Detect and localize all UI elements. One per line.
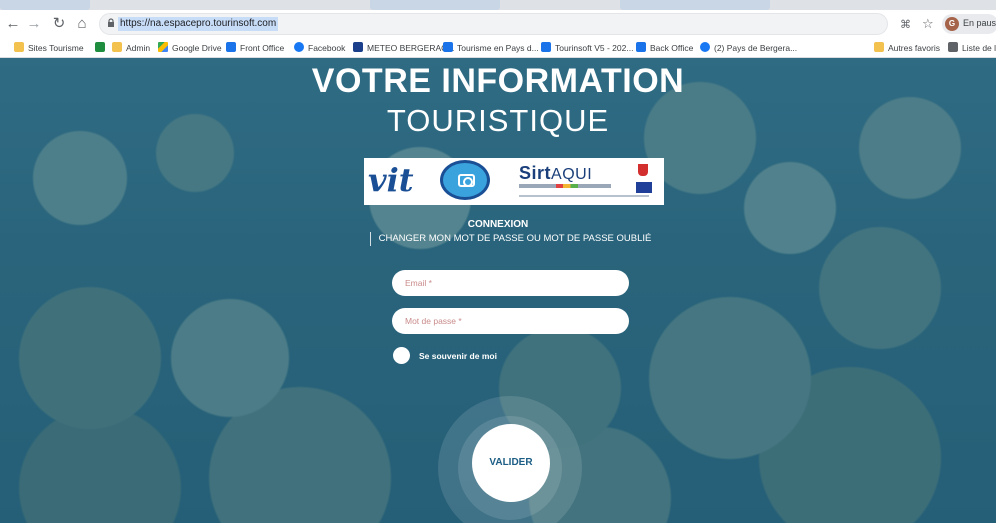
bookmark-front-office[interactable]: Front Office xyxy=(226,42,284,55)
green-square-icon xyxy=(95,42,105,52)
translate-icon[interactable]: ⌘ xyxy=(900,18,911,31)
bookmark-label: Liste de l xyxy=(962,43,996,53)
avatar: G xyxy=(945,17,959,31)
browser-tab[interactable] xyxy=(370,0,500,10)
facebook-icon xyxy=(700,42,710,52)
weather-icon xyxy=(353,42,363,52)
back-arrow-icon[interactable]: ← xyxy=(4,15,22,33)
bookmark-star-icon[interactable]: ☆ xyxy=(922,16,934,32)
google-drive-icon xyxy=(158,42,168,52)
facebook-icon xyxy=(294,42,304,52)
bookmark-label: Sites Tourisme xyxy=(28,43,84,53)
bookmark-autres-favoris[interactable]: Autres favoris xyxy=(874,42,940,55)
bookmark-label: Facebook xyxy=(308,43,346,53)
folder-icon xyxy=(112,42,122,52)
bookmark-reading-list[interactable]: Liste de l xyxy=(948,42,996,55)
browser-tab[interactable] xyxy=(620,0,770,10)
address-bar[interactable]: https://na.espacepro.tourinsoft.com xyxy=(99,13,888,35)
table-icon xyxy=(226,42,236,52)
bookmark-label: Front Office xyxy=(240,43,285,53)
reading-list-icon xyxy=(948,42,958,52)
bookmark-label: (2) Pays de Bergera... xyxy=(714,43,798,53)
lock-icon xyxy=(108,18,114,27)
page-title: VOTRE INFORMATION xyxy=(311,62,685,100)
folder-icon xyxy=(14,42,24,52)
bookmark-sites-tourisme[interactable]: Sites Tourisme xyxy=(14,42,84,55)
profile-status: En pause xyxy=(963,18,996,28)
page-subtitle: TOURISTIQUE xyxy=(386,103,610,138)
profile-button[interactable]: G En pause xyxy=(942,14,996,34)
forward-arrow-icon[interactable]: → xyxy=(25,15,43,33)
bookmark-google-drive[interactable]: Google Drive xyxy=(158,42,222,55)
bookmark-tourinsoft[interactable]: Tourinsoft V5 - 202... xyxy=(541,42,633,55)
logo-footer-line xyxy=(519,195,649,197)
site-icon xyxy=(443,42,453,52)
bookmark-admin[interactable]: Admin xyxy=(112,42,150,55)
bookmarks-bar: Sites Tourisme Admin Google Drive Front … xyxy=(0,39,996,58)
browser-tab-strip xyxy=(0,0,996,10)
bookmark-facebook[interactable]: Facebook xyxy=(294,42,345,55)
remember-me-checkbox[interactable] xyxy=(393,347,410,364)
submit-button[interactable]: VALIDER xyxy=(472,424,550,502)
connexion-heading: CONNEXION xyxy=(467,219,529,230)
email-field[interactable] xyxy=(392,270,629,296)
change-password-link[interactable]: CHANGER MON MOT DE PASSE OU MOT DE PASSE… xyxy=(370,233,660,245)
eu-flag-icon xyxy=(636,182,652,193)
bookmark-tourisme-pays[interactable]: Tourisme en Pays d... xyxy=(443,42,539,55)
bookmark-pays-bergerac[interactable]: (2) Pays de Bergera... xyxy=(700,42,797,55)
camera-bubble-icon xyxy=(440,160,490,200)
bookmark-label: Back Office xyxy=(650,43,694,53)
region-crest-icon xyxy=(638,164,648,176)
bookmark-label: Tourinsoft V5 - 202... xyxy=(555,43,634,53)
bookmark-label: Tourisme en Pays d... xyxy=(457,43,539,53)
bookmark-label: Google Drive xyxy=(172,43,222,53)
bookmark-label: METEO BERGERAC... xyxy=(367,43,455,53)
bookmark-meteo[interactable]: METEO BERGERAC... xyxy=(353,42,454,55)
bookmark-label: Admin xyxy=(126,43,151,53)
bookmark-label: Autres favoris xyxy=(888,43,940,53)
sirtaqui-logo-text: SirtAQUI xyxy=(519,163,593,183)
reload-icon[interactable]: ↻ xyxy=(50,15,68,33)
table-icon xyxy=(541,42,551,52)
vit-logo-text: vit xyxy=(368,161,414,199)
bookmark-back-office[interactable]: Back Office xyxy=(636,42,693,55)
bookmark-green[interactable] xyxy=(95,42,109,55)
password-field[interactable] xyxy=(392,308,629,334)
address-url[interactable]: https://na.espacepro.tourinsoft.com xyxy=(118,17,279,31)
sirtaqui-logo-stripe xyxy=(519,184,611,188)
login-page: VOTRE INFORMATION TOURISTIQUE vit SirtAQ… xyxy=(0,58,996,523)
remember-me-label: Se souvenir de moi xyxy=(419,351,497,361)
home-icon[interactable]: ⌂ xyxy=(73,15,91,33)
browser-toolbar: ← → ↻ ⌂ https://na.espacepro.tourinsoft.… xyxy=(0,10,996,39)
browser-tab[interactable] xyxy=(0,0,90,10)
folder-icon xyxy=(874,42,884,52)
vit-sirtaqui-logo: vit SirtAQUI xyxy=(364,158,664,205)
table-icon xyxy=(636,42,646,52)
